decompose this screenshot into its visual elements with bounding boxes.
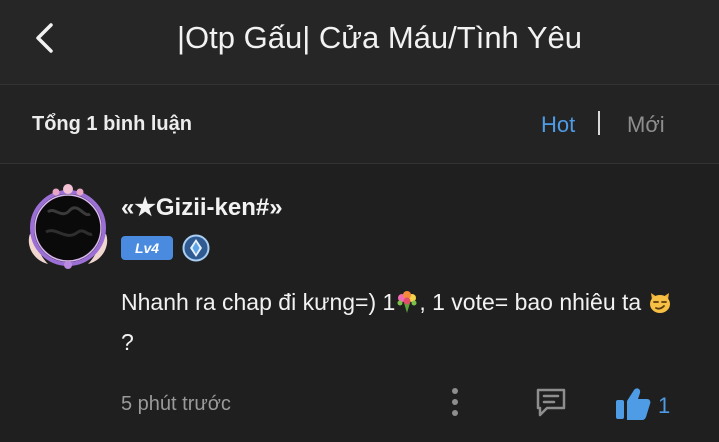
comment-timestamp: 5 phút trước bbox=[121, 393, 231, 415]
comment-text-part: ? bbox=[121, 329, 134, 355]
smirking-cat-emoji bbox=[649, 293, 670, 313]
comment-username[interactable]: «★Gizii-ken#» bbox=[121, 193, 283, 222]
thumbs-up-icon bbox=[616, 388, 651, 420]
comment-text-part: , 1 vote= bao nhiêu ta bbox=[419, 289, 648, 315]
more-button[interactable] bbox=[443, 385, 467, 419]
rank-badge bbox=[182, 234, 210, 262]
avatar[interactable] bbox=[22, 182, 114, 272]
comment-total-count: Tổng 1 bình luận bbox=[32, 113, 192, 135]
diamond-rank-icon bbox=[182, 234, 210, 262]
like-count: 1 bbox=[658, 393, 671, 418]
sort-new-tab[interactable]: Mới bbox=[627, 112, 665, 138]
comment-sort-bar: Tổng 1 bình luận Hot Mới bbox=[0, 85, 719, 164]
chevron-left-icon bbox=[36, 23, 53, 53]
avatar-frame-icon bbox=[28, 184, 108, 269]
level-badge: Lv4 bbox=[121, 236, 173, 260]
sort-divider bbox=[598, 111, 600, 135]
reply-button[interactable] bbox=[534, 386, 568, 418]
comment-item: «★Gizii-ken#» Lv4 Nhanh ra chap đi kưng=… bbox=[0, 164, 719, 442]
comment-text: Nhanh ra chap đi kưng=) 1 , 1 vote= bao … bbox=[121, 282, 681, 362]
bouquet-emoji bbox=[397, 291, 417, 313]
comment-text-part: Nhanh ra chap đi kưng=) 1 bbox=[121, 289, 396, 315]
more-icon bbox=[452, 388, 458, 416]
comment-icon bbox=[536, 388, 566, 417]
sort-hot-tab[interactable]: Hot bbox=[541, 112, 575, 138]
page-title: |Otp Gấu| Cửa Máu/Tình Yêu bbox=[176, 20, 583, 55]
app-header: |Otp Gấu| Cửa Máu/Tình Yêu bbox=[0, 0, 719, 85]
back-button[interactable] bbox=[24, 18, 64, 58]
like-button[interactable] bbox=[613, 386, 653, 422]
